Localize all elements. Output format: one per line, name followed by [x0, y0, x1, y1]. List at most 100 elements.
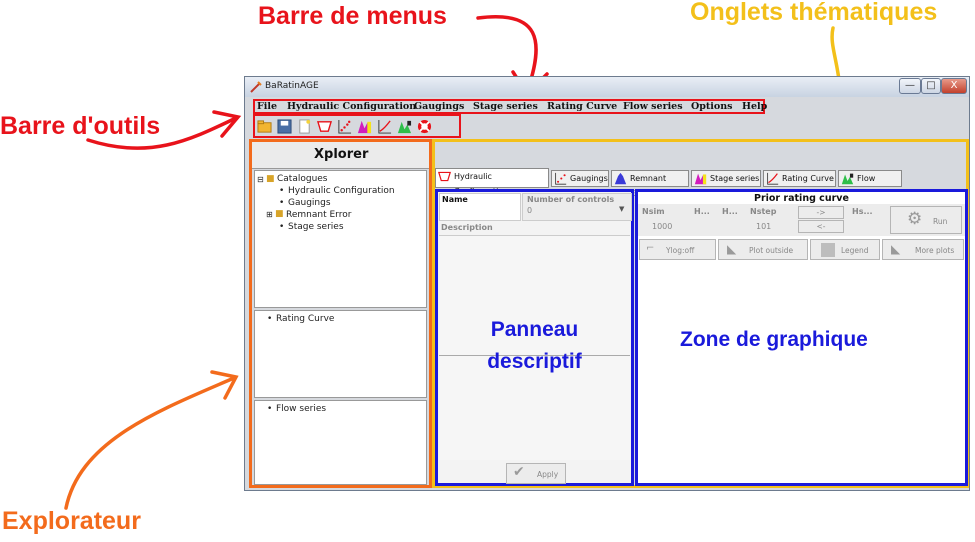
- nsim-value[interactable]: 1000: [652, 222, 672, 231]
- legend-button[interactable]: Legend: [810, 239, 880, 260]
- annotation-descriptive: Panneau descriptif: [487, 318, 582, 373]
- header-nsim: Nsim: [642, 207, 665, 216]
- stage-series-icon: [694, 173, 707, 185]
- controls-label: Number of controls: [527, 195, 615, 204]
- explorer-rating-panel: • Rating Curve: [254, 310, 427, 398]
- tab-flow-series[interactable]: Flow series: [838, 170, 902, 198]
- menu-file[interactable]: File: [257, 101, 277, 112]
- stage-series-icon[interactable]: [357, 119, 372, 134]
- plot-outside-label: Plot outside: [749, 246, 794, 255]
- gaugings-icon[interactable]: [337, 119, 352, 134]
- hydraulic-config-icon: [438, 171, 451, 182]
- header-hs: Hs...: [852, 207, 873, 216]
- menu-hydraulic-configuration[interactable]: Hydraulic Configuration: [287, 101, 416, 112]
- legend-label: Legend: [841, 246, 869, 255]
- more-plots-label: More plots: [915, 246, 955, 255]
- tree-item-hydraulic-configuration[interactable]: Hydraulic Configuration: [288, 186, 395, 196]
- apply-label: Apply: [537, 470, 559, 479]
- gear-icon: ⚙: [907, 209, 923, 229]
- menu-help[interactable]: Help: [742, 101, 767, 112]
- tab-label: Gaugings: [570, 174, 608, 183]
- tree-bullet-icon: •: [279, 186, 285, 196]
- tree-bullet-icon: •: [279, 198, 285, 208]
- menu-stage-series[interactable]: Stage series: [473, 101, 538, 112]
- close-button[interactable]: X: [941, 78, 967, 94]
- tree-item-catalogues[interactable]: Catalogues: [277, 174, 328, 184]
- controls-value: 0: [527, 206, 533, 215]
- remnant-error-icon: [614, 172, 627, 185]
- folder-icon: ■: [266, 174, 275, 184]
- tab-remnant-error[interactable]: Remnant Error: [611, 170, 689, 198]
- tab-label: Rating Curve: [782, 174, 834, 183]
- run-button[interactable]: ⚙ Run: [890, 206, 962, 234]
- tree-bullet-icon: •: [267, 404, 273, 414]
- arrow-left-button[interactable]: <-: [798, 220, 844, 233]
- explorer-flow-panel: • Flow series: [254, 400, 427, 485]
- save-icon[interactable]: [277, 119, 292, 134]
- explorer-title: Xplorer: [314, 147, 369, 162]
- tree-expand-icon[interactable]: ⊟: [257, 175, 264, 184]
- chevron-down-icon[interactable]: ▼: [619, 205, 624, 213]
- legend-icon: [821, 243, 835, 257]
- tab-stage-series[interactable]: Stage series: [691, 170, 761, 187]
- name-label: Name: [442, 195, 468, 204]
- rating-curve-icon: [767, 172, 779, 185]
- description-label: Description: [441, 223, 493, 232]
- menu-gaugings[interactable]: Gaugings: [414, 101, 464, 112]
- help-lifebuoy-icon[interactable]: [417, 119, 432, 134]
- explorer-header: Xplorer: [252, 142, 429, 169]
- window-title: BaRatinAGE: [265, 81, 319, 91]
- plot-outside-icon: ◣: [727, 242, 737, 256]
- folder-icon: ■: [275, 209, 284, 219]
- more-plots-button[interactable]: ◣ More plots: [882, 239, 964, 260]
- hydraulic-config-icon[interactable]: [317, 119, 332, 134]
- tab-label: Stage series: [710, 174, 760, 183]
- controls-field[interactable]: Number of controls 0 ▼: [522, 193, 632, 221]
- explorer-frame: Xplorer ⊟ ■ Catalogues • Hydraulic Confi…: [249, 139, 432, 488]
- flow-series-icon[interactable]: [397, 119, 412, 134]
- arrow-right-button[interactable]: ->: [798, 206, 844, 219]
- nstep-value[interactable]: 101: [756, 222, 771, 231]
- tab-rating-curve[interactable]: Rating Curve: [763, 170, 836, 187]
- menu-bar: File Hydraulic Configuration Gaugings St…: [253, 99, 767, 114]
- minimize-button[interactable]: —: [899, 78, 921, 94]
- header-nstep: Nstep: [750, 207, 777, 216]
- tree-bullet-icon: •: [267, 314, 273, 324]
- title-bar: BaRatinAGE — □ X: [245, 77, 969, 97]
- app-logo-icon: [250, 81, 262, 93]
- ylog-icon: ⌐: [646, 243, 655, 254]
- tab-gaugings[interactable]: Gaugings: [551, 170, 609, 187]
- descriptive-panel: Name Number of controls 0 ▼ Description …: [435, 189, 634, 486]
- ylog-button[interactable]: ⌐ Ylog:off: [639, 239, 716, 260]
- plot-outside-button[interactable]: ◣ Plot outside: [718, 239, 808, 260]
- explorer-tree-panel: ⊟ ■ Catalogues • Hydraulic Configuration…: [254, 170, 427, 308]
- tree-item-stage-series[interactable]: Stage series: [288, 222, 344, 232]
- tree-expand-icon[interactable]: ⊞: [266, 210, 273, 219]
- tab-hydraulic-configuration[interactable]: Hydraulic Configuration: [435, 168, 549, 196]
- toolbar: [253, 114, 461, 138]
- tree-item-remnant-error[interactable]: Remnant Error: [286, 210, 351, 220]
- tree-item-flow-series[interactable]: Flow series: [276, 404, 326, 414]
- tree-item-gaugings[interactable]: Gaugings: [288, 198, 331, 208]
- header-h1: H...: [694, 207, 710, 216]
- ylog-label: Ylog:off: [666, 246, 695, 255]
- menu-options[interactable]: Options: [691, 101, 733, 112]
- maximize-button[interactable]: □: [921, 78, 941, 94]
- annotation-chart-zone: Zone de graphique: [680, 328, 868, 351]
- apply-button[interactable]: ✔ Apply: [506, 463, 566, 484]
- tree-bullet-icon: •: [279, 222, 285, 232]
- checkmark-icon: ✔: [513, 464, 525, 480]
- name-field[interactable]: Name: [439, 193, 521, 221]
- tree-item-rating-curve[interactable]: Rating Curve: [276, 314, 334, 324]
- run-label: Run: [933, 217, 948, 226]
- rating-curve-icon[interactable]: [377, 119, 392, 134]
- chart-zone: Prior rating curve Nsim 1000 H... H... N…: [635, 189, 968, 486]
- gaugings-icon: [555, 172, 567, 185]
- menu-rating-curve[interactable]: Rating Curve: [547, 101, 617, 112]
- open-folder-icon[interactable]: [257, 119, 272, 134]
- new-file-icon[interactable]: [297, 119, 312, 134]
- header-h2: H...: [722, 207, 738, 216]
- prior-title: Prior rating curve: [754, 193, 849, 204]
- flow-series-icon: [841, 173, 854, 185]
- menu-flow-series[interactable]: Flow series: [623, 101, 683, 112]
